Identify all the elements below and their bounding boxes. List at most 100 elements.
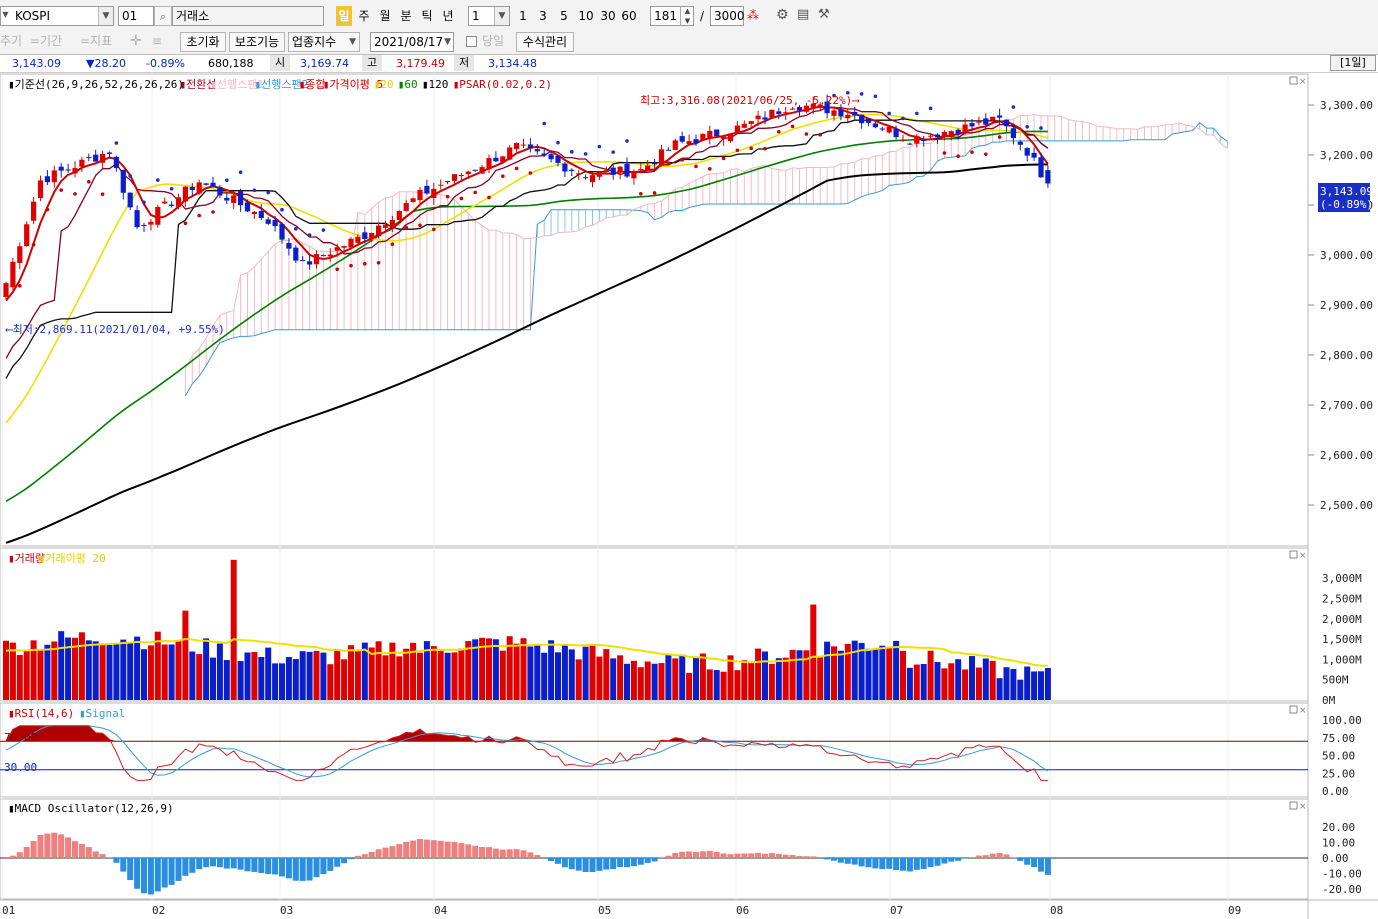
price-pane [0, 73, 1309, 547]
candle-body [134, 210, 140, 228]
total-count-field[interactable]: 3000 [710, 6, 745, 26]
candle-body [217, 186, 223, 196]
close-icon[interactable]: × [1299, 551, 1307, 561]
interval-value: 1 [472, 9, 480, 23]
save-icon[interactable]: ▤ [797, 6, 815, 24]
chevron-down-icon[interactable]: ▼ [98, 7, 113, 25]
period-tick-tab[interactable]: 틱 [419, 6, 435, 26]
candle-body [238, 191, 244, 206]
search-button[interactable]: ⌕ [154, 6, 172, 26]
macd-bar [348, 858, 354, 860]
volume-bar [955, 659, 962, 700]
macd-bar [589, 858, 596, 872]
candle-body [569, 169, 575, 171]
legend-entry: ▮Signal [79, 707, 125, 720]
volume-bar [127, 642, 134, 700]
psar-dot [928, 106, 933, 111]
macd-bar [92, 851, 99, 858]
volume-bar [113, 643, 120, 700]
hash-icon[interactable]: ≡ [152, 33, 162, 49]
macd-bar [900, 858, 906, 871]
interval-select[interactable]: 1 ▼ [468, 6, 510, 26]
psar-dot [197, 213, 201, 218]
tools-icon[interactable]: ⚒ [818, 6, 836, 24]
interval-5-button[interactable]: 5 [557, 6, 571, 26]
close-icon[interactable]: × [1299, 706, 1307, 716]
interval-1-button[interactable]: 1 [516, 6, 530, 26]
candle-body [879, 128, 885, 130]
interval-60-button[interactable]: 60 [619, 6, 639, 26]
candle-body [1031, 152, 1037, 158]
volume-bar [982, 658, 989, 700]
candle-body [327, 254, 333, 257]
macd-bar [941, 858, 948, 864]
volume-bar [927, 650, 934, 700]
code-input[interactable]: 01 [118, 6, 154, 26]
psar-dot [708, 167, 712, 171]
candle-body [776, 111, 782, 114]
macd-bar [582, 858, 589, 873]
macd-bar [320, 858, 327, 875]
volume-bar [624, 663, 630, 700]
psar-dot [100, 192, 105, 196]
same-day-checkbox[interactable] [466, 36, 477, 47]
close-icon[interactable]: × [1299, 77, 1307, 87]
symbol-dropdown[interactable]: ▼ KOSPI ▼ [0, 6, 114, 26]
volume-bar [1003, 667, 1010, 700]
open-label: 시 [270, 55, 290, 71]
candle-body [424, 185, 430, 194]
macd-bar [913, 858, 920, 870]
candle-body [210, 182, 216, 188]
period-week-tab[interactable]: 주 [356, 6, 372, 26]
reset-button[interactable]: 초기화 [180, 32, 226, 52]
psar-dot [887, 111, 891, 116]
volume-bar [796, 650, 803, 700]
candle-body [734, 125, 740, 133]
candle-body [479, 167, 485, 174]
volume-bar [658, 663, 665, 700]
period-year-tab[interactable]: 년 [440, 6, 456, 26]
macd-bar [113, 858, 120, 863]
interval-30-button[interactable]: 30 [598, 6, 618, 26]
macd-bar [603, 858, 610, 870]
sector-index-dropdown[interactable]: 업종지수 ▼ [288, 32, 360, 52]
candle-body [796, 107, 803, 111]
period-minute-tab[interactable]: 분 [398, 6, 414, 26]
candle-body [783, 112, 789, 114]
volume-bar [748, 662, 755, 700]
macd-bar [810, 856, 817, 858]
candle-body [79, 159, 85, 167]
macd-bar [361, 854, 368, 858]
candle-body [534, 149, 540, 152]
candle-body [465, 171, 471, 175]
macd-bar [479, 847, 486, 858]
volume-bar [630, 660, 637, 700]
formula-manage-button[interactable]: 수식관리 [516, 32, 574, 52]
candle-body [286, 242, 292, 249]
volume-bar [520, 638, 527, 700]
volume-bar [561, 644, 568, 700]
volume-bar [1017, 679, 1024, 700]
candle-body [320, 255, 326, 257]
macd-pane [0, 798, 1309, 900]
grid-dots-icon[interactable]: ⁂ [747, 6, 763, 24]
psar-dot [790, 124, 795, 129]
aux-function-button[interactable]: 보조기능 [229, 32, 285, 52]
psar-dot [735, 148, 740, 153]
crosshair-icon[interactable]: ✛ [130, 33, 142, 49]
psar-dot [169, 186, 174, 191]
settings-icon[interactable]: ⚙ [776, 6, 794, 24]
macd-bar [1024, 858, 1031, 865]
interval-10-button[interactable]: 10 [576, 6, 596, 26]
period-month-tab[interactable]: 월 [377, 6, 393, 26]
close-icon[interactable]: × [1299, 802, 1307, 812]
count-spinner[interactable]: ▲ ▼ [680, 6, 694, 26]
stock-chart[interactable]: 최고:3,316.08(2021/06/25, -5.22%)⟶ ⟵최저:2,8… [0, 72, 1378, 919]
period-badge[interactable]: [1일] [1330, 55, 1376, 71]
macd-bar [3, 858, 9, 859]
macd-bar [610, 858, 617, 870]
interval-3-button[interactable]: 3 [536, 6, 550, 26]
date-picker[interactable]: 2021/08/17 ▼ [370, 32, 454, 52]
psar-dot [87, 179, 91, 184]
period-day-tab[interactable]: 일 [336, 6, 352, 26]
